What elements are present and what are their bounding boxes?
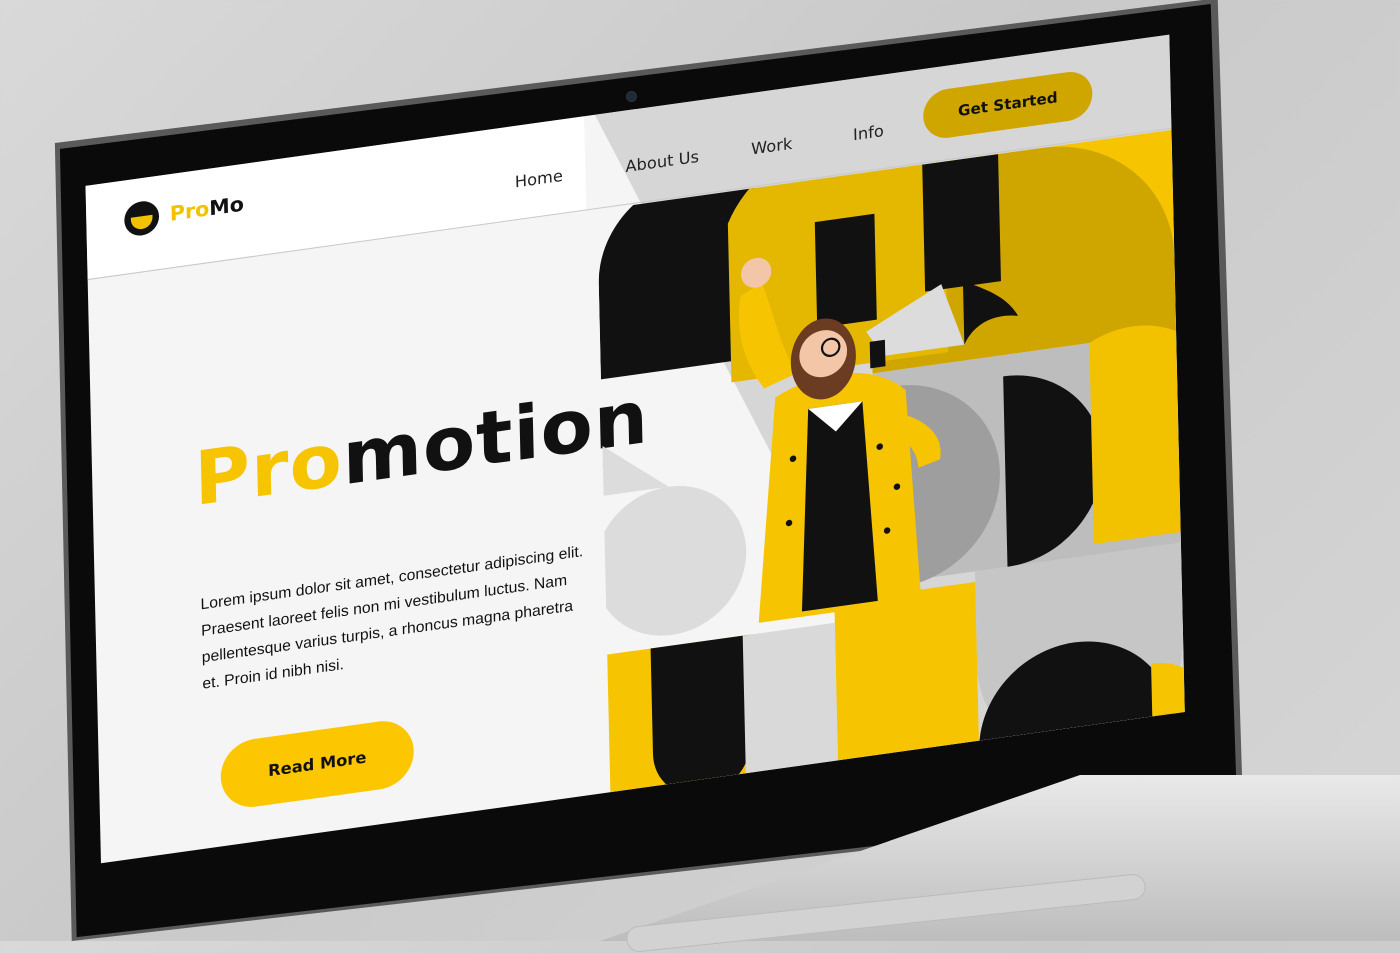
brand-name-suffix: Mo bbox=[209, 192, 245, 221]
read-more-button[interactable]: Read More bbox=[220, 716, 415, 812]
hero-description: Lorem ipsum dolor sit amet, consectetur … bbox=[200, 542, 584, 693]
nav-link-info[interactable]: Info bbox=[853, 121, 884, 144]
brand-name: ProMo bbox=[170, 192, 245, 226]
nav-link-work[interactable]: Work bbox=[751, 134, 793, 159]
nav-link-home[interactable]: Home bbox=[515, 166, 563, 192]
brand-logo[interactable]: ProMo bbox=[123, 187, 245, 238]
hero-headline: Promotion bbox=[193, 373, 649, 523]
nav-link-about-us[interactable]: About Us bbox=[625, 147, 699, 176]
webcam-icon bbox=[626, 91, 637, 102]
woman-with-megaphone-illustration bbox=[597, 129, 1185, 793]
logo-circle-icon bbox=[123, 199, 160, 238]
get-started-button[interactable]: Get Started bbox=[922, 68, 1093, 142]
brand-name-prefix: Pro bbox=[169, 197, 210, 227]
hero-headline-accent: Pro bbox=[193, 415, 344, 524]
